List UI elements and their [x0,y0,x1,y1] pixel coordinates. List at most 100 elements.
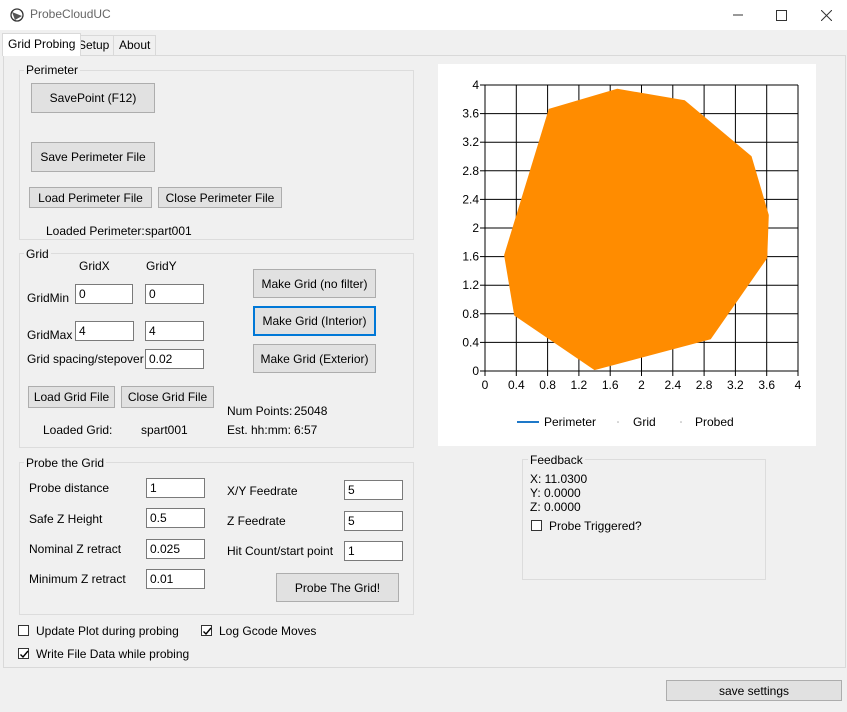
save-perimeter-file-button[interactable]: Save Perimeter File [31,142,155,172]
x-tick-label: 0.8 [539,378,556,392]
est-time-label: Est. hh:mm: [227,423,292,437]
maximize-button[interactable] [758,0,804,30]
y-tick-label: 0 [472,364,479,378]
probe-distance-input[interactable]: 1 [146,478,205,498]
make-grid-nofilter-button[interactable]: Make Grid (no filter) [253,269,376,298]
app-icon [9,7,25,23]
checkmark-icon [20,650,29,659]
x-tick-label: 1.6 [602,378,619,392]
x-tick-label: 1.2 [571,378,588,392]
y-tick-label: 2.4 [462,192,479,206]
probe-the-grid-button[interactable]: Probe The Grid! [276,573,399,602]
make-grid-interior-button[interactable]: Make Grid (Interior) [253,306,376,336]
minimize-icon [733,14,743,16]
perimeter-group-title: Perimeter [24,63,81,77]
update-plot-checkbox[interactable] [18,625,29,636]
y-tick-label: 1.2 [462,278,479,292]
close-button[interactable] [803,0,847,30]
update-plot-label: Update Plot during probing [36,624,179,638]
x-tick-label: 4 [795,378,802,392]
xy-feedrate-label: X/Y Feedrate [227,484,298,498]
y-tick-label: 2.8 [462,164,479,178]
legend-probed-swatch [680,421,682,423]
log-gcode-checkbox[interactable] [201,625,212,636]
feedback-group-title: Feedback [528,453,585,467]
feedback-y-value: Y: 0.0000 [530,486,581,500]
grid-spacing-label: Grid spacing/stepover [27,352,144,366]
xy-feedrate-input[interactable]: 5 [344,480,403,500]
save-settings-button[interactable]: save settings [666,680,842,701]
probe-distance-label: Probe distance [29,481,110,495]
grid-group-title: Grid [24,247,51,261]
maximize-icon [775,9,787,21]
y-tick-label: 0.4 [462,335,479,349]
write-file-checkbox[interactable] [18,648,29,659]
hit-count-input[interactable]: 1 [344,541,403,561]
close-grid-file-button[interactable]: Close Grid File [121,386,214,408]
x-tick-label: 2 [638,378,645,392]
gridmin-y-input[interactable]: 0 [145,284,204,304]
num-points-label: Num Points: [227,404,293,418]
make-grid-exterior-button[interactable]: Make Grid (Exterior) [253,344,376,373]
load-perimeter-file-button[interactable]: Load Perimeter File [29,187,152,208]
window-title: ProbeCloudUC [30,7,111,21]
loaded-perimeter-label: Loaded Perimeter: [46,224,145,238]
probe-group-title: Probe the Grid [24,456,107,470]
minimum-z-label: Minimum Z retract [29,572,126,586]
feedback-x-value: X: 11.0300 [530,472,588,486]
loaded-perimeter-value: spart001 [145,224,192,238]
gridmax-label: GridMax [27,328,73,342]
z-feedrate-input[interactable]: 5 [344,511,403,531]
loaded-grid-label: Loaded Grid: [43,423,113,437]
savepoint-button[interactable]: SavePoint (F12) [31,83,155,113]
x-tick-label: 0 [482,378,489,392]
gridmax-x-input[interactable]: 4 [75,321,134,341]
x-tick-label: 3.6 [758,378,775,392]
nominal-z-label: Nominal Z retract [29,542,122,556]
num-points-value: 25048 [294,404,328,418]
y-tick-label: 4 [472,78,479,92]
gridmin-label: GridMin [27,291,70,305]
x-tick-label: 3.2 [727,378,744,392]
y-tick-label: 0.8 [462,307,479,321]
gridmin-x-input[interactable]: 0 [75,284,133,304]
plot-area: 0 0.4 0.8 1.2 1.6 2 2.4 2.8 3.2 3.6 4 0 0.4 0.8 1.2 1.6… [438,64,816,446]
legend-grid-swatch [617,421,619,423]
probe-triggered-checkbox[interactable] [531,520,542,531]
x-tick-label: 0.4 [508,378,525,392]
checkmark-icon [203,627,212,636]
log-gcode-label: Log Gcode Moves [219,624,317,638]
load-grid-file-button[interactable]: Load Grid File [28,386,115,408]
feedback-z-value: Z: 0.0000 [530,500,581,514]
y-tick-label: 3.6 [462,107,479,121]
nominal-z-input[interactable]: 0.025 [146,539,205,559]
gridx-header: GridX [79,259,110,273]
loaded-grid-value: spart001 [141,423,188,437]
est-time-value: 6:57 [294,423,318,437]
y-tick-label: 3.2 [462,135,479,149]
gridy-header: GridY [146,259,177,273]
x-tick-label: 2.8 [696,378,713,392]
y-tick-label: 2 [472,221,479,235]
gridmax-y-input[interactable]: 4 [145,321,204,341]
minimize-button[interactable] [715,0,761,30]
write-file-label: Write File Data while probing [36,647,190,661]
tab-about[interactable]: About [113,35,157,55]
safe-z-label: Safe Z Height [29,512,103,526]
tab-grid-probing[interactable]: Grid Probing [2,33,82,56]
legend-perimeter-label: Perimeter [544,415,596,429]
close-perimeter-file-button[interactable]: Close Perimeter File [158,187,282,208]
grid-spacing-input[interactable]: 0.02 [145,349,204,369]
perimeter-fill [504,88,769,371]
y-tick-label: 1.6 [462,250,479,264]
hit-count-label: Hit Count/start point [227,544,334,558]
safe-z-input[interactable]: 0.5 [146,508,205,528]
perimeter-plot: 0 0.4 0.8 1.2 1.6 2 2.4 2.8 3.2 3.6 4 0 0.4 0.8 1.2 1.6… [462,78,802,429]
x-tick-label: 2.4 [664,378,681,392]
close-icon [820,9,832,21]
legend-probed-label: Probed [695,415,734,429]
legend-grid-label: Grid [633,415,656,429]
probe-triggered-label: Probe Triggered? [549,519,642,533]
z-feedrate-label: Z Feedrate [227,514,286,528]
minimum-z-input[interactable]: 0.01 [146,569,205,589]
